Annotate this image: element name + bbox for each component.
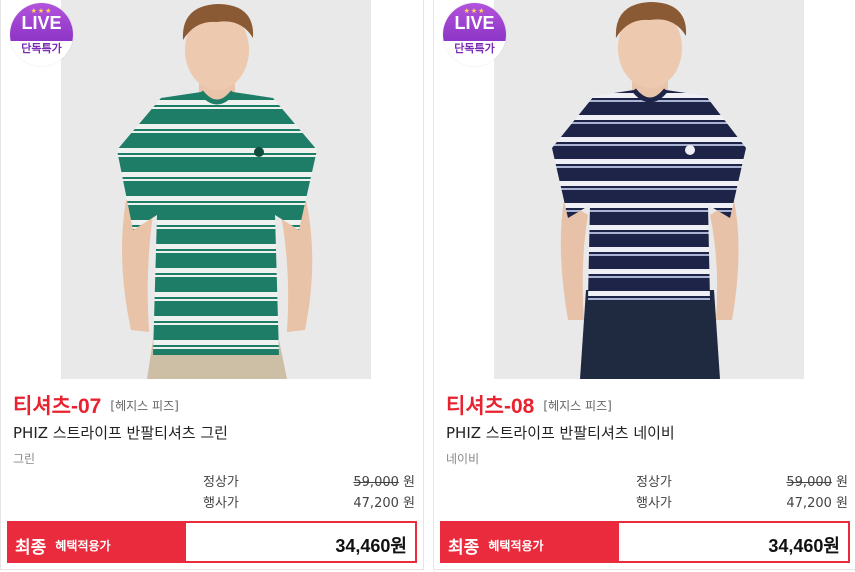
final-price-bar: 최종 혜택적용가 34,460원 [7, 521, 417, 563]
final-price-value: 34,460원 [768, 536, 840, 556]
currency-unit: 원 [403, 475, 415, 490]
final-sublabel: 혜택적용가 [488, 539, 544, 553]
brand-name: [헤지스 피즈] [543, 398, 612, 413]
final-sublabel: 혜택적용가 [55, 539, 111, 553]
product-code: 티셔츠-08 [446, 395, 535, 418]
badge-live-text: LIVE [21, 13, 62, 33]
event-price-value: 47,200 [353, 496, 399, 511]
event-price-label: 행사가 [636, 496, 672, 511]
product-code: 티셔츠-07 [13, 395, 102, 418]
final-price-bar: 최종 혜택적용가 34,460원 [440, 521, 850, 563]
product-grid: ★★★ LIVE 단독특가 티셔츠-07 [헤지스 피즈] PHIZ 스트라이프… [0, 0, 855, 572]
regular-price-label: 정상가 [636, 475, 672, 490]
regular-price-value: 59,000 [786, 475, 832, 490]
product-color: 네이비 [446, 452, 480, 466]
regular-price-label: 정상가 [203, 475, 239, 490]
event-price-value: 47,200 [786, 496, 832, 511]
model-illustration [61, 0, 371, 379]
product-image-area[interactable]: ★★★ LIVE 단독특가 [1, 0, 423, 379]
regular-price-row: 정상가 59,000 원 [155, 471, 415, 490]
product-photo[interactable] [494, 0, 804, 379]
product-card[interactable]: ★★★ LIVE 단독특가 티셔츠-07 [헤지스 피즈] PHIZ 스트라이프… [0, 0, 424, 570]
currency-unit: 원 [836, 496, 848, 511]
currency-unit: 원 [836, 475, 848, 490]
event-price-label: 행사가 [203, 496, 239, 511]
event-price-row: 행사가 47,200 원 [588, 492, 848, 511]
product-name[interactable]: PHIZ 스트라이프 반팔티셔츠 네이비 [446, 422, 675, 443]
currency-unit: 원 [403, 496, 415, 511]
product-color: 그린 [13, 452, 36, 466]
badge-exclusive-text: 단독특가 [21, 42, 62, 55]
event-price-row: 행사가 47,200 원 [155, 492, 415, 511]
live-exclusive-badge: ★★★ LIVE 단독특가 [10, 3, 73, 66]
live-exclusive-badge: ★★★ LIVE 단독특가 [443, 3, 506, 66]
brand-name: [헤지스 피즈] [110, 398, 179, 413]
regular-price-value: 59,000 [353, 475, 399, 490]
final-price-value: 34,460원 [335, 536, 407, 556]
product-image-area[interactable]: ★★★ LIVE 단독특가 [434, 0, 855, 379]
model-illustration [494, 0, 804, 379]
final-label: 최종 [448, 538, 480, 558]
product-photo[interactable] [61, 0, 371, 379]
badge-exclusive-text: 단독특가 [454, 42, 495, 55]
final-label: 최종 [15, 538, 47, 558]
badge-live-text: LIVE [454, 13, 495, 33]
product-name[interactable]: PHIZ 스트라이프 반팔티셔츠 그린 [13, 422, 228, 443]
regular-price-row: 정상가 59,000 원 [588, 471, 848, 490]
product-card[interactable]: ★★★ LIVE 단독특가 티셔츠-08 [헤지스 피즈] PHIZ 스트라이프… [433, 0, 855, 570]
